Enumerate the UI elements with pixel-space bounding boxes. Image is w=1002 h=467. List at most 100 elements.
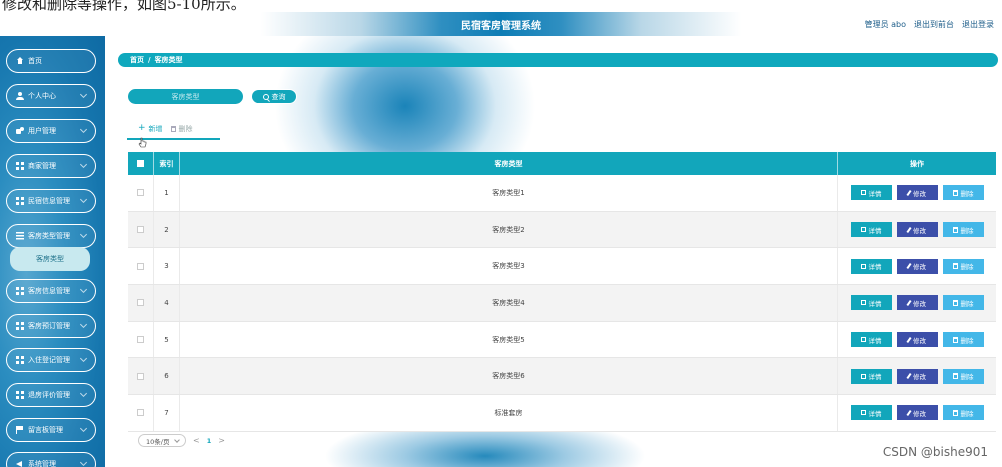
row-index: 1	[154, 175, 180, 211]
detail-icon	[860, 373, 866, 379]
detail-icon	[860, 300, 866, 306]
row-room-type: 客房类型4	[180, 285, 838, 321]
detail-button[interactable]: 详情	[850, 222, 892, 238]
detail-button[interactable]: 详情	[850, 295, 892, 311]
delete-button[interactable]: 删除	[942, 332, 984, 348]
batch-delete-button[interactable]: 删除	[170, 122, 193, 135]
delete-button[interactable]: 删除	[942, 222, 984, 238]
breadcrumb-home[interactable]: 首页	[130, 55, 144, 65]
row-index: 5	[154, 321, 180, 358]
exit-to-frontend-link[interactable]: 退出到前台	[914, 19, 954, 30]
edit-label: 修改	[913, 263, 926, 272]
delete-button[interactable]: 删除	[942, 368, 984, 384]
delete-label: 删除	[960, 263, 974, 272]
edit-button[interactable]: 修改	[896, 368, 938, 384]
row-actions: 详情 修改 删除	[838, 395, 996, 431]
search-button[interactable]: 查询	[251, 89, 297, 104]
row-room-type: 客房类型3	[180, 248, 838, 285]
sidebar-item-label: 商家管理	[28, 162, 56, 170]
add-button-label: 新增	[148, 124, 163, 133]
table-row: 6 客房类型6 详情 修改 删除	[128, 358, 996, 396]
search-icon	[262, 93, 269, 100]
sidebar-subitem-room-type[interactable]: 客房类型	[10, 247, 90, 271]
edit-button[interactable]: 修改	[896, 332, 938, 348]
row-index: 7	[154, 395, 180, 431]
row-index: 3	[154, 248, 180, 285]
sidebar-item-label: 留言板管理	[28, 426, 63, 434]
chevron-down-icon	[79, 285, 88, 294]
row-checkbox-cell	[128, 248, 154, 285]
edit-button[interactable]: 修改	[896, 258, 938, 274]
delete-button[interactable]: 删除	[942, 295, 984, 311]
sidebar-item-check-in[interactable]: 入住登记管理	[6, 348, 96, 372]
delete-button[interactable]: 删除	[942, 405, 984, 421]
row-actions: 详情 修改 删除	[838, 358, 996, 394]
app-title: 民宿客房管理系统	[461, 21, 541, 32]
detail-icon	[860, 227, 866, 233]
top-bar: 民宿客房管理系统 管理员 abo 退出到前台 退出登录	[0, 12, 1002, 36]
delete-label: 删除	[960, 226, 974, 235]
detail-button[interactable]: 详情	[850, 332, 892, 348]
sidebar-item-system-management[interactable]: 系统管理	[6, 452, 96, 467]
select-all-checkbox[interactable]	[137, 160, 144, 167]
chevron-down-icon	[79, 230, 88, 239]
edit-button[interactable]: 修改	[896, 405, 938, 421]
room-type-search-input[interactable]	[128, 89, 243, 104]
page-size-select[interactable]: 10条/页	[138, 434, 186, 447]
detail-label: 详情	[868, 226, 882, 235]
sidebar-item-merchant-management[interactable]: 商家管理	[6, 154, 96, 178]
row-checkbox[interactable]	[137, 336, 144, 344]
detail-button[interactable]: 详情	[850, 258, 892, 274]
sidebar-item-room-info[interactable]: 客房信息管理	[6, 279, 96, 303]
table-header: 索引 客房类型 操作	[128, 152, 996, 175]
row-checkbox[interactable]	[137, 372, 144, 380]
sidebar-item-home[interactable]: 首页	[6, 49, 96, 73]
sidebar-item-room-booking[interactable]: 客房预订管理	[6, 314, 96, 338]
chevron-down-icon	[79, 354, 88, 363]
page-size-value: 10条/页	[146, 437, 170, 446]
trash-icon	[952, 336, 958, 343]
edit-button[interactable]: 修改	[896, 295, 938, 311]
logout-link[interactable]: 退出登录	[962, 19, 994, 30]
sidebar-item-personal-center[interactable]: 个人中心	[6, 84, 96, 108]
pencil-icon	[906, 373, 912, 380]
chevron-down-icon	[79, 424, 88, 433]
detail-label: 详情	[868, 263, 882, 272]
grid-icon	[16, 391, 24, 399]
caption-text: 修改和删除等操作，如图5-10所示。	[2, 0, 246, 12]
next-page-button[interactable]: >	[218, 436, 225, 445]
sidebar-item-homestay-info[interactable]: 民宿信息管理	[6, 189, 96, 213]
row-checkbox[interactable]	[137, 226, 144, 234]
row-checkbox[interactable]	[137, 299, 144, 307]
sidebar-item-message-board[interactable]: 留言板管理	[6, 418, 96, 442]
detail-button[interactable]: 详情	[850, 368, 892, 384]
column-header-actions: 操作	[910, 159, 924, 168]
row-checkbox-cell	[128, 358, 154, 395]
pencil-icon	[906, 189, 912, 196]
detail-label: 详情	[868, 373, 882, 382]
row-checkbox[interactable]	[137, 262, 144, 270]
breadcrumb-current: 客房类型	[154, 56, 183, 64]
detail-button[interactable]: 详情	[850, 405, 892, 421]
table-row: 2 客房类型2 详情 修改 删除	[128, 211, 996, 249]
detail-button[interactable]: 详情	[850, 185, 892, 201]
page-number[interactable]: 1	[207, 437, 212, 445]
add-button[interactable]: + 新增	[138, 122, 163, 135]
table-body: 1 客房类型1 详情 修改 删除 2 客房类型2 详情 修改 删除 3 客房类型3 详情 修改 删除 4 客房类…	[128, 175, 996, 432]
edit-button[interactable]: 修改	[896, 185, 938, 201]
prev-page-button[interactable]: <	[193, 436, 200, 445]
row-checkbox[interactable]	[137, 189, 144, 197]
delete-button[interactable]: 删除	[942, 258, 984, 274]
row-checkbox[interactable]	[137, 409, 144, 417]
edit-button[interactable]: 修改	[896, 222, 938, 238]
sidebar-item-label: 客房信息管理	[28, 287, 70, 295]
sidebar-item-label: 入住登记管理	[28, 356, 70, 364]
sidebar-item-checkout-review[interactable]: 退房评价管理	[6, 383, 96, 407]
trash-icon	[952, 373, 958, 380]
sidebar-item-label: 客房类型管理	[28, 232, 70, 240]
main-content: 首页 / 客房类型 查询 + 新增 删除 索引 客房类型 操作 1客房类型1详情…	[105, 36, 1002, 467]
sidebar-item-room-type-management[interactable]: 客房类型管理	[6, 224, 96, 248]
sidebar-item-label: 退房评价管理	[28, 391, 70, 399]
sidebar-item-user-management[interactable]: 用户管理	[6, 119, 96, 143]
delete-button[interactable]: 删除	[942, 185, 984, 201]
